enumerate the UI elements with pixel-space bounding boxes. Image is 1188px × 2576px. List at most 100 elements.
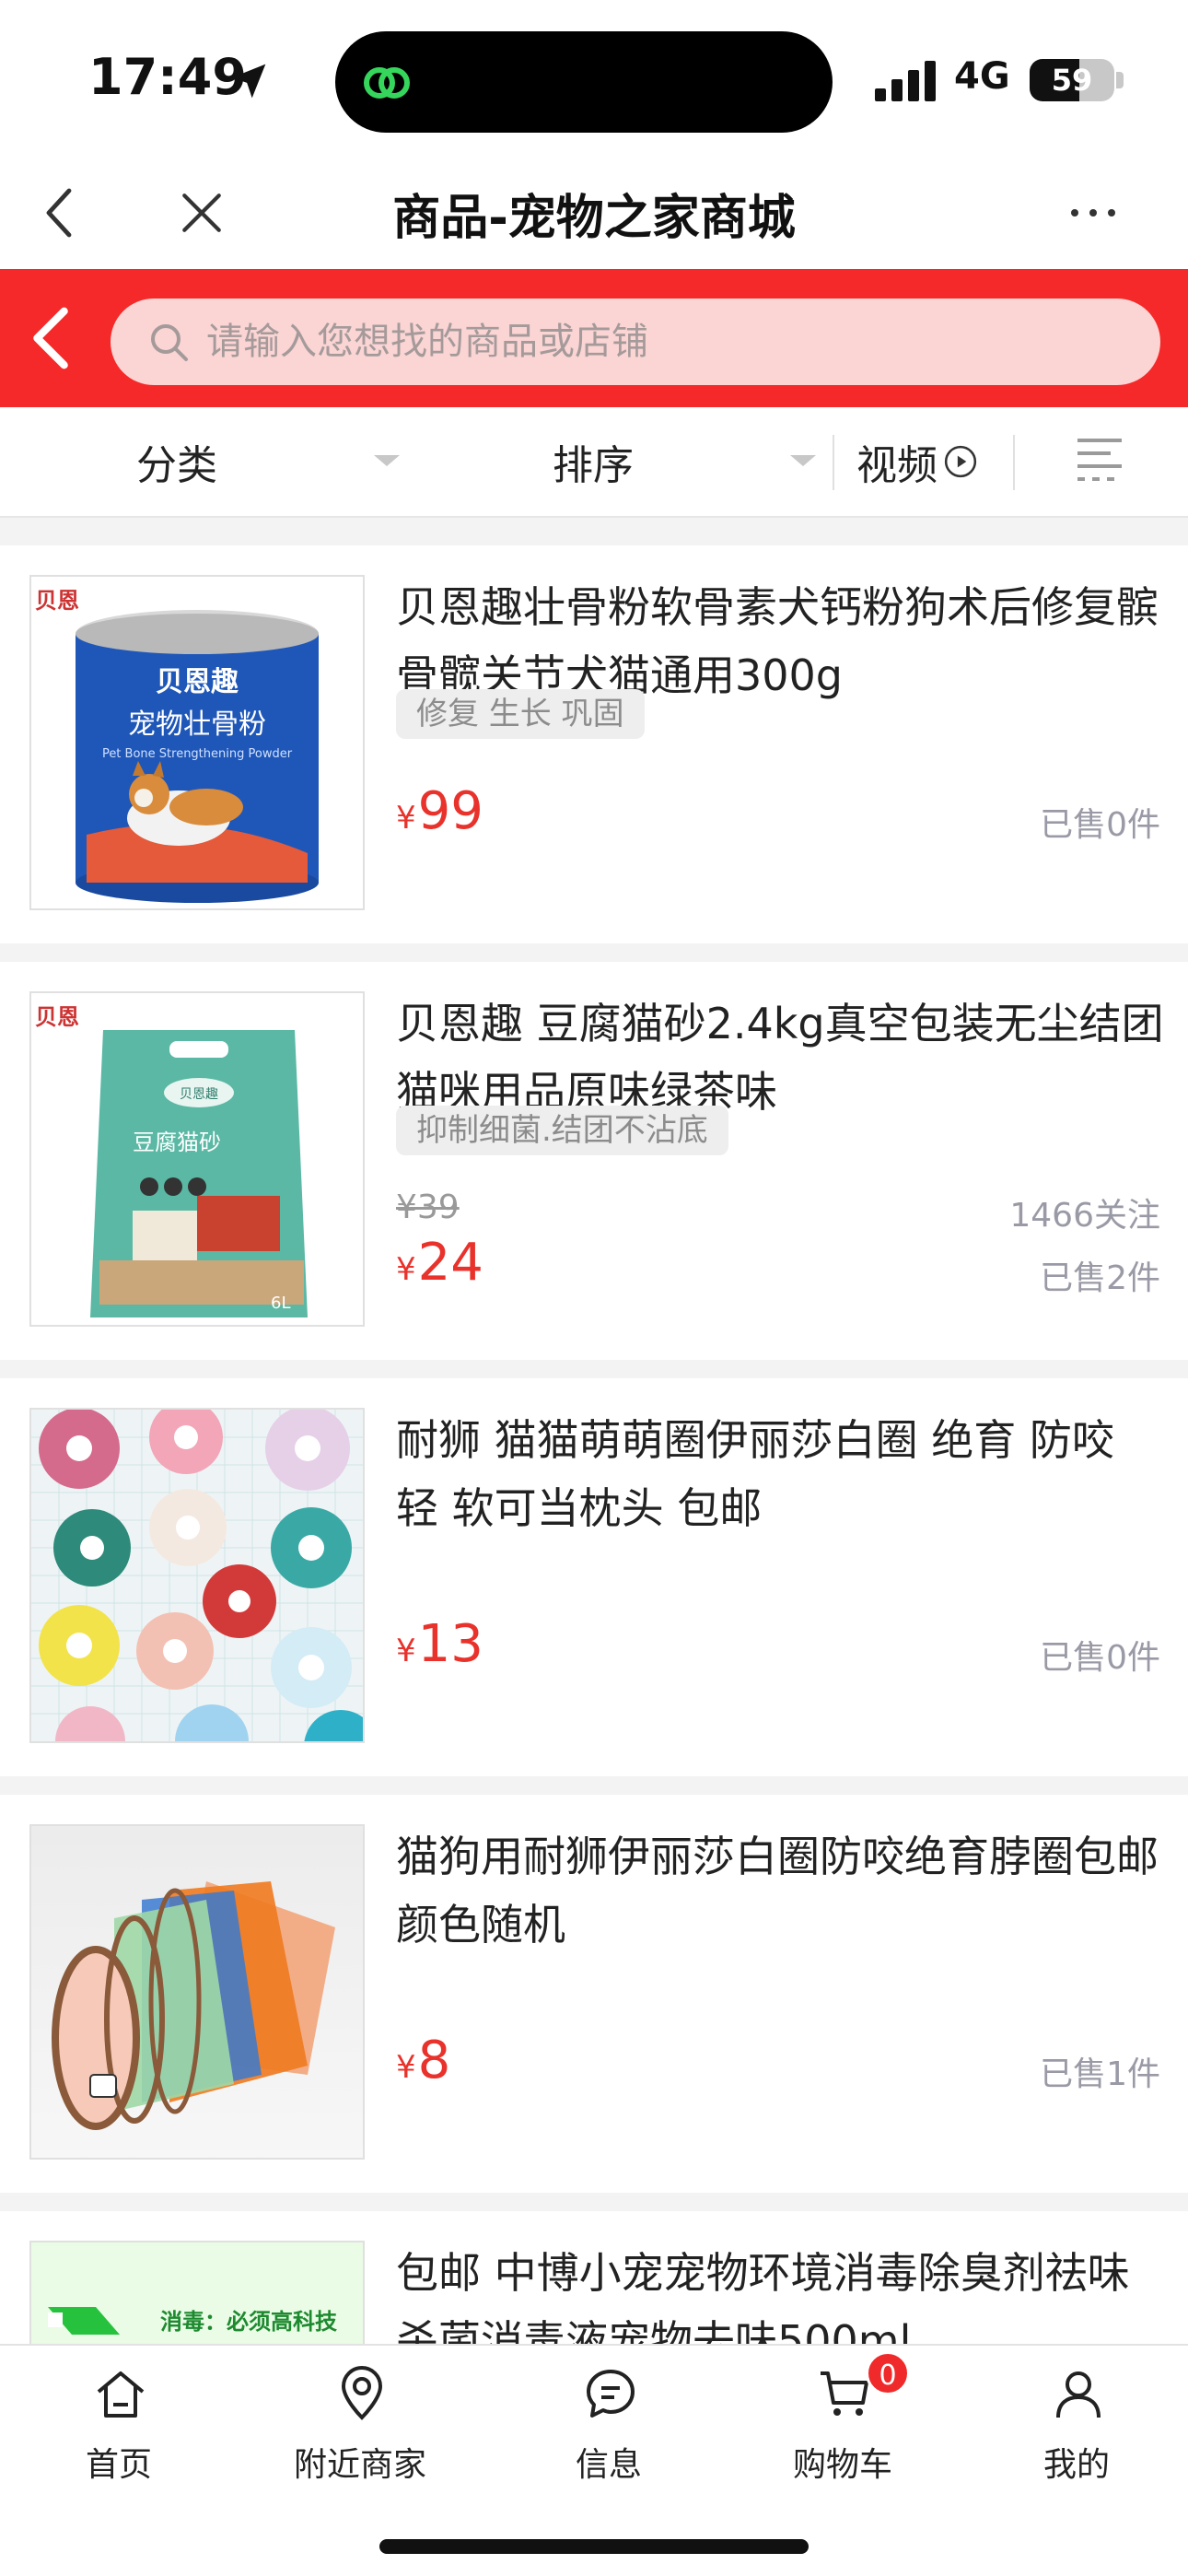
search-icon bbox=[151, 324, 188, 361]
product-card[interactable]: 贝恩 贝恩趣 宠物壮骨粉 Pet Bone Strengthening Powd… bbox=[0, 545, 1188, 943]
category-caret-icon bbox=[374, 455, 400, 466]
search-input[interactable] bbox=[206, 299, 1127, 385]
cart-count-badge: 0 bbox=[866, 2351, 910, 2395]
product-image-cone-collars bbox=[29, 1824, 365, 2160]
dynamic-island bbox=[335, 31, 833, 133]
filter-divider bbox=[833, 435, 834, 490]
tab-cart-label: 购物车 bbox=[792, 2446, 892, 2484]
sort-caret-icon bbox=[790, 455, 816, 466]
tab-nearby-label: 附近商家 bbox=[293, 2446, 426, 2484]
bag-label-text: 豆腐猫砂 bbox=[133, 1130, 221, 1155]
product-card[interactable]: 猫狗用耐狮伊丽莎白圈防咬绝育脖圈包邮颜色随机 ¥8 已售1件 bbox=[0, 1795, 1188, 2193]
currency-symbol: ¥ bbox=[396, 1633, 416, 1669]
battery-tip bbox=[1116, 72, 1124, 88]
donut-collars-image bbox=[31, 1410, 363, 1741]
cellular-signal-icon bbox=[875, 61, 936, 101]
sold-count: 已售1件 bbox=[1040, 2055, 1160, 2093]
price-value: 8 bbox=[417, 2031, 451, 2090]
tab-mine[interactable]: 我的 bbox=[958, 2346, 1188, 2502]
filter-divider bbox=[1013, 435, 1015, 490]
can-brand-text: 贝恩趣 bbox=[156, 666, 239, 698]
product-image-bone-powder: 贝恩 贝恩趣 宠物壮骨粉 Pet Bone Strengthening Powd… bbox=[29, 575, 365, 910]
disinfectant-image: 消毒：必须高科技 bbox=[31, 2242, 363, 2344]
sold-count: 已售2件 bbox=[1040, 1259, 1160, 1297]
more-dots-icon bbox=[1071, 209, 1115, 217]
search-back-button[interactable] bbox=[18, 302, 83, 374]
search-box[interactable] bbox=[111, 299, 1160, 385]
product-price: ¥8 bbox=[396, 2031, 450, 2090]
battery-icon: 59 bbox=[1030, 59, 1114, 101]
tab-home[interactable]: 首页 bbox=[0, 2346, 238, 2502]
product-card[interactable]: 贝恩 贝恩趣 豆腐猫砂 6L 贝恩趣 豆腐猫砂2.4kg真空包装无尘结团猫咪用品… bbox=[0, 962, 1188, 1360]
play-circle-icon bbox=[944, 445, 977, 478]
video-filter[interactable]: 视频 bbox=[856, 407, 978, 516]
product-tag: 修复 生长 巩固 bbox=[396, 689, 645, 739]
tab-messages-label: 信息 bbox=[575, 2446, 642, 2484]
product-card[interactable]: 消毒：必须高科技 包邮 中博小宠宠物环境消毒除臭剂祛味杀菌消毒液宠物去味500m… bbox=[0, 2211, 1188, 2344]
close-icon bbox=[182, 193, 221, 232]
product-list: 贝恩 贝恩趣 宠物壮骨粉 Pet Bone Strengthening Powd… bbox=[0, 518, 1188, 2344]
wechat-pay-icon bbox=[364, 67, 410, 99]
category-filter[interactable]: 分类 bbox=[136, 407, 217, 516]
price-value: 24 bbox=[417, 1233, 483, 1293]
cone-collars-image bbox=[31, 1826, 363, 2158]
image-watermark: 贝恩 bbox=[35, 1004, 79, 1030]
tab-messages[interactable]: 信息 bbox=[490, 2346, 728, 2502]
location-pin-icon bbox=[341, 2366, 383, 2420]
product-image-cat-litter: 贝恩 贝恩趣 豆腐猫砂 6L bbox=[29, 991, 365, 1327]
product-tag: 抑制细菌.结团不沾底 bbox=[396, 1106, 728, 1155]
tab-nearby[interactable]: 附近商家 bbox=[241, 2346, 479, 2502]
product-price: ¥24 bbox=[396, 1233, 483, 1293]
product-price: ¥99 bbox=[396, 781, 483, 841]
product-image-disinfectant: 消毒：必须高科技 bbox=[29, 2241, 365, 2344]
sort-filter-label: 排序 bbox=[553, 442, 634, 489]
cat-litter-bag-image: 贝恩 贝恩趣 豆腐猫砂 6L bbox=[31, 993, 363, 1325]
product-card[interactable]: 耐狮 猫猫萌萌圈伊丽莎白圈 绝育 防咬 轻 软可当枕头 包邮 ¥13 已售0件 bbox=[0, 1378, 1188, 1776]
follow-count: 1466关注 bbox=[1009, 1197, 1160, 1235]
can-label-text: 宠物壮骨粉 bbox=[128, 708, 266, 741]
status-bar: 17:49 4G 59 bbox=[0, 0, 1188, 157]
status-time: 17:49 bbox=[88, 48, 247, 106]
product-title: 耐狮 猫猫萌萌圈伊丽莎白圈 绝育 防咬 轻 软可当枕头 包邮 bbox=[396, 1415, 1114, 1533]
more-button[interactable] bbox=[1061, 181, 1125, 245]
product-price: ¥13 bbox=[396, 1614, 483, 1674]
product-title: 猫狗用耐狮伊丽莎白圈防咬绝育脖圈包邮颜色随机 bbox=[396, 1832, 1159, 1950]
sold-count: 已售0件 bbox=[1040, 806, 1160, 844]
tab-cart[interactable]: 0 购物车 bbox=[724, 2346, 961, 2502]
price-value: 99 bbox=[417, 781, 483, 841]
search-bar bbox=[0, 269, 1188, 407]
page-title: 商品-宠物之家商城 bbox=[392, 191, 796, 246]
user-icon bbox=[1056, 2371, 1101, 2418]
image-banner-text: 消毒：必须高科技 bbox=[160, 2309, 338, 2335]
sort-filter[interactable]: 排序 bbox=[553, 407, 634, 516]
chevron-left-icon bbox=[46, 188, 72, 238]
home-indicator bbox=[379, 2539, 809, 2554]
list-view-toggle-icon[interactable] bbox=[1070, 433, 1129, 492]
currency-symbol: ¥ bbox=[396, 800, 416, 837]
product-image-soft-collars bbox=[29, 1408, 365, 1743]
tab-mine-label: 我的 bbox=[1042, 2446, 1110, 2484]
bone-powder-can-image: 贝恩 贝恩趣 宠物壮骨粉 Pet Bone Strengthening Powd… bbox=[31, 577, 363, 908]
back-button[interactable] bbox=[28, 181, 92, 245]
original-price: ¥39 bbox=[396, 1188, 460, 1226]
close-button[interactable] bbox=[169, 181, 234, 245]
filter-bar: 分类 排序 视频 bbox=[0, 407, 1188, 518]
nav-header: 商品-宠物之家商城 bbox=[0, 157, 1188, 269]
network-type: 4G bbox=[954, 55, 1010, 98]
image-watermark: 贝恩 bbox=[35, 588, 79, 614]
home-icon bbox=[97, 2371, 145, 2418]
category-filter-label: 分类 bbox=[136, 442, 217, 489]
product-title: 包邮 中博小宠宠物环境消毒除臭剂祛味杀菌消毒液宠物去味500ml bbox=[396, 2248, 1130, 2344]
price-value: 13 bbox=[417, 1614, 483, 1674]
bag-brand-text: 贝恩趣 bbox=[180, 1087, 218, 1102]
video-filter-label: 视频 bbox=[856, 442, 938, 489]
sold-count: 已售0件 bbox=[1040, 1639, 1160, 1677]
bag-size-text: 6L bbox=[271, 1294, 290, 1313]
battery-percent: 59 bbox=[1051, 63, 1093, 98]
tab-home-label: 首页 bbox=[85, 2446, 152, 2484]
can-sub-text: Pet Bone Strengthening Powder bbox=[102, 747, 293, 761]
currency-symbol: ¥ bbox=[396, 2049, 416, 2086]
chat-bubble-icon bbox=[587, 2370, 635, 2418]
currency-symbol: ¥ bbox=[396, 1251, 416, 1288]
location-arrow-icon bbox=[231, 64, 266, 99]
